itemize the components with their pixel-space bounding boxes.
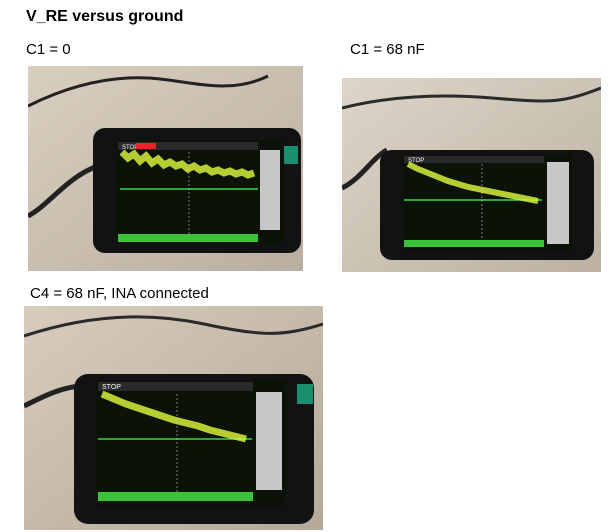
photo-3-caption: C4 = 68 nF, INA connected (30, 285, 209, 302)
oscilloscope-photo-3: STOP (24, 306, 323, 530)
scope-screen: STOP (402, 154, 572, 250)
scope-screen: STOP (96, 380, 286, 506)
scope-screen: STOP (116, 140, 283, 244)
oscilloscope-photo-2: STOP (342, 78, 601, 272)
photo-2-caption: C1 = 68 nF (350, 41, 425, 58)
status-label: STOP (102, 384, 121, 391)
oscilloscope-photo-1: STOP (28, 66, 303, 271)
page-title: V_RE versus ground (26, 8, 184, 25)
photo-1-caption: C1 = 0 (26, 41, 71, 58)
